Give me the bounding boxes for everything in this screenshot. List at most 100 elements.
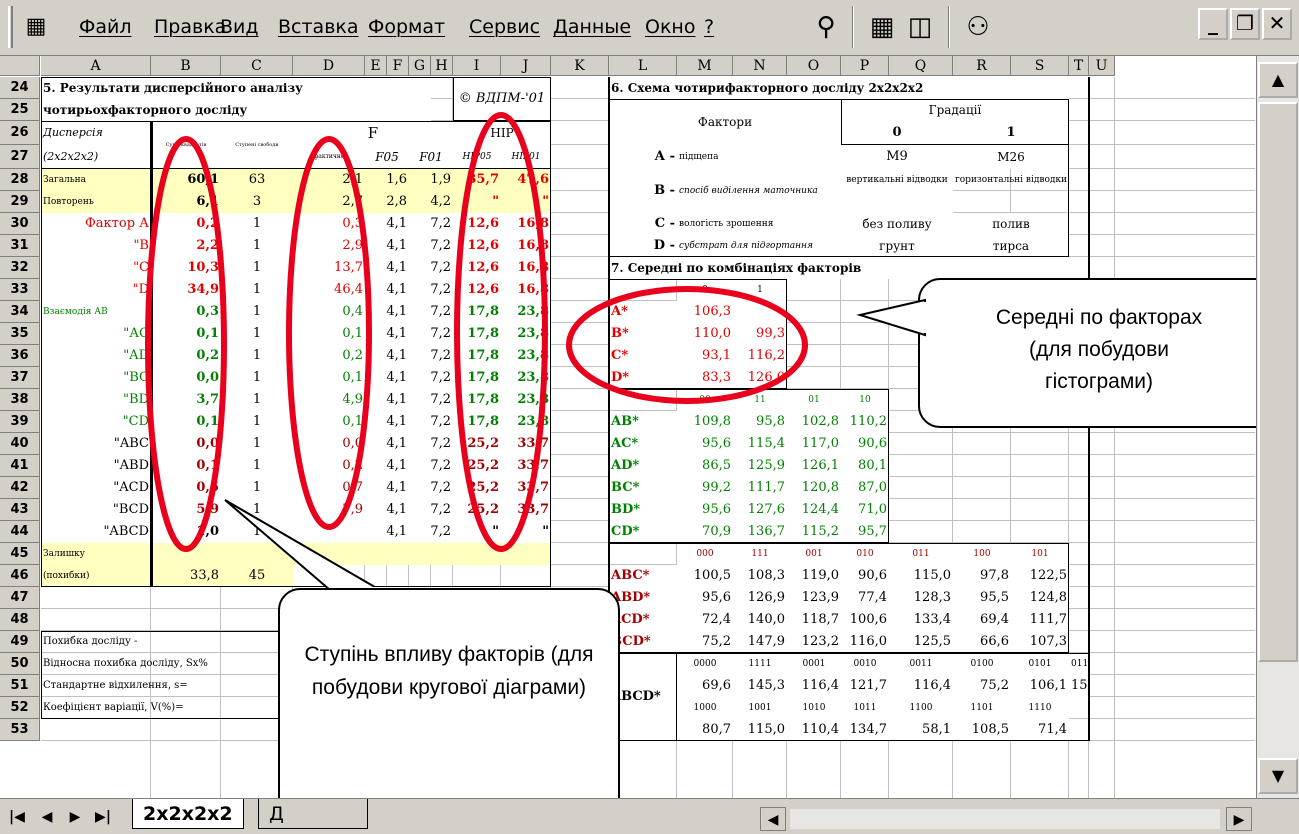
column-header[interactable]: A: [41, 56, 151, 76]
close-button[interactable]: ✕: [1262, 8, 1292, 40]
scroll-up-icon[interactable]: ▲: [1258, 62, 1298, 98]
row-header[interactable]: 48: [0, 609, 40, 631]
callout-factor-means-text: Середні по факторах (для побудови гістог…: [995, 306, 1203, 393]
column-header[interactable]: P: [841, 56, 889, 76]
column-header[interactable]: J: [501, 56, 551, 76]
row-header[interactable]: 25: [0, 99, 40, 121]
menu-item-2[interactable]: Вид: [220, 16, 259, 38]
row-header[interactable]: 27: [0, 145, 40, 169]
menu-item-5[interactable]: Сервис: [469, 16, 540, 38]
menu-bar: ▦ Файл Правка Вид Вставка Формат Сервис Данные…: [0, 0, 1299, 56]
menu-item-6[interactable]: Данные: [553, 16, 631, 38]
table-border: [609, 543, 1069, 653]
row-header[interactable]: 26: [0, 121, 40, 145]
hscroll-right-icon[interactable]: ▶: [1226, 807, 1252, 831]
row-header[interactable]: 28: [0, 169, 40, 191]
column-header[interactable]: M: [677, 56, 733, 76]
column-header[interactable]: G: [409, 56, 431, 76]
callout-factor-means: Середні по факторах (для побудови гістог…: [918, 278, 1280, 428]
row-header[interactable]: 51: [0, 675, 40, 697]
restore-button[interactable]: ❐: [1230, 8, 1260, 40]
table-border: [453, 77, 551, 121]
select-all-corner[interactable]: [0, 56, 40, 76]
table-border: [41, 121, 551, 169]
help-icon[interactable]: ⚲: [808, 8, 844, 46]
row-header[interactable]: 47: [0, 587, 40, 609]
first-sheet-icon[interactable]: |◀: [4, 805, 30, 829]
next-sheet-icon[interactable]: ▶: [62, 805, 88, 829]
column-header[interactable]: H: [431, 56, 453, 76]
worksheet-grid[interactable]: 5. Результати дисперсійного аналізу чотир…: [41, 77, 1255, 798]
split-view-icon[interactable]: ◫: [902, 8, 938, 46]
table-title[interactable]: 7. Середні по комбінаціях факторів: [609, 257, 1069, 279]
minimize-button[interactable]: _: [1198, 8, 1228, 40]
row-header[interactable]: 52: [0, 697, 40, 719]
column-header[interactable]: S: [1011, 56, 1069, 76]
row-header[interactable]: 32: [0, 257, 40, 279]
sheet-tab-next[interactable]: Д: [258, 799, 368, 829]
table-border: [41, 121, 151, 587]
prev-sheet-icon[interactable]: ◀: [34, 805, 60, 829]
row-header[interactable]: 34: [0, 301, 40, 323]
scroll-down-icon[interactable]: ▼: [1258, 758, 1298, 794]
menu-item-3[interactable]: Вставка: [278, 16, 359, 38]
column-header[interactable]: B: [151, 56, 221, 76]
callout-factor-influence-text: Ступінь впливу факторів (для побудови кр…: [304, 643, 594, 699]
row-header[interactable]: 42: [0, 477, 40, 499]
row-header[interactable]: 40: [0, 433, 40, 455]
row-header[interactable]: 41: [0, 455, 40, 477]
row-header[interactable]: 36: [0, 345, 40, 367]
row-header[interactable]: 53: [0, 719, 40, 741]
row-header[interactable]: 44: [0, 521, 40, 543]
row-header[interactable]: 24: [0, 77, 40, 99]
column-header[interactable]: Q: [889, 56, 953, 76]
column-header[interactable]: T: [1069, 56, 1089, 76]
row-header[interactable]: 46: [0, 565, 40, 587]
column-header[interactable]: F: [387, 56, 409, 76]
menu-item-0[interactable]: Файл: [79, 16, 132, 38]
column-header[interactable]: E: [365, 56, 387, 76]
column-header[interactable]: O: [787, 56, 841, 76]
grid-view-icon[interactable]: ▦: [864, 8, 900, 46]
table-title[interactable]: 6. Схема чотирифакторного досліду 2x2x2x…: [609, 77, 1069, 99]
table-border: [609, 653, 1089, 741]
scroll-thumb[interactable]: [1258, 102, 1298, 662]
column-header[interactable]: I: [453, 56, 501, 76]
drawing-icon[interactable]: ⚇: [960, 8, 996, 46]
row-header[interactable]: 31: [0, 235, 40, 257]
column-header[interactable]: D: [293, 56, 365, 76]
last-sheet-icon[interactable]: ▶|: [90, 805, 116, 829]
row-header[interactable]: 30: [0, 213, 40, 235]
table-border: [841, 99, 1069, 145]
menu-item-1[interactable]: Правка: [154, 16, 226, 38]
row-header[interactable]: 37: [0, 367, 40, 389]
menu-item-4[interactable]: Формат: [368, 16, 445, 38]
table-border: [609, 279, 787, 389]
row-header[interactable]: 35: [0, 323, 40, 345]
horizontal-scrollbar[interactable]: [790, 809, 1220, 829]
menu-item-7[interactable]: Окно: [645, 16, 695, 38]
row-header[interactable]: 38: [0, 389, 40, 411]
menu-item-8[interactable]: ?: [704, 16, 714, 38]
column-header[interactable]: R: [953, 56, 1011, 76]
column-header[interactable]: U: [1089, 56, 1115, 76]
vertical-scrollbar[interactable]: ▲ ▼: [1256, 56, 1299, 798]
sheet-tab-bar: |◀ ◀ ▶ ▶| 2x2x2x2 Д ◀ ▶: [0, 798, 1299, 834]
column-header[interactable]: N: [733, 56, 787, 76]
row-header[interactable]: 45: [0, 543, 40, 565]
column-header[interactable]: L: [609, 56, 677, 76]
sheet-tab-active[interactable]: 2x2x2x2: [132, 799, 244, 829]
row-header[interactable]: 49: [0, 631, 40, 653]
row-header[interactable]: 50: [0, 653, 40, 675]
column-header[interactable]: K: [551, 56, 609, 76]
column-header[interactable]: C: [221, 56, 293, 76]
toolbar-grip: [8, 6, 13, 48]
callout-factor-influence: Ступінь впливу факторів (для побудови кр…: [278, 588, 620, 828]
row-header[interactable]: 29: [0, 191, 40, 213]
app-document-icon[interactable]: ▦: [18, 8, 54, 46]
table-border: [609, 389, 889, 543]
row-header[interactable]: 39: [0, 411, 40, 433]
hscroll-left-icon[interactable]: ◀: [760, 807, 786, 831]
row-header[interactable]: 33: [0, 279, 40, 301]
row-header[interactable]: 43: [0, 499, 40, 521]
